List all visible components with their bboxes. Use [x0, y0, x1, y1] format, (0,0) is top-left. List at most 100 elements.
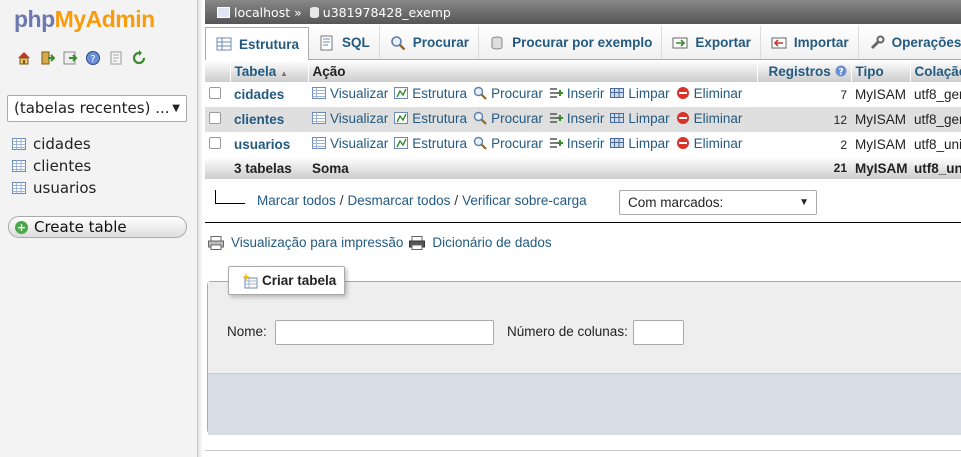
create-table-button[interactable]: + Create table [8, 216, 187, 238]
estrutura-link[interactable]: Estrutura [394, 111, 467, 126]
row-collation: utf8_unicode_ci [910, 132, 961, 157]
structure-icon [216, 37, 232, 51]
insert-icon [549, 113, 563, 124]
tab-sql[interactable]: SQL [309, 26, 380, 59]
import-icon [771, 37, 787, 48]
print-links: Visualização para impressão Dicionário d… [208, 235, 552, 250]
eliminar-link[interactable]: Eliminar [676, 111, 742, 126]
limpar-link[interactable]: Limpar [610, 111, 670, 126]
eliminar-link[interactable]: Eliminar [676, 136, 742, 151]
visualizar-link[interactable]: Visualizar [312, 136, 388, 151]
row-engine: MyISAM [851, 132, 910, 157]
tab-estrutura[interactable]: Estrutura [205, 27, 310, 61]
drop-icon [676, 112, 689, 125]
mark-all-link[interactable]: Marcar todos [257, 193, 336, 208]
plus-icon: + [15, 220, 28, 234]
header-tabela[interactable]: Tabela ▲ [230, 60, 309, 82]
tab-procurar-por-exemplo[interactable]: Procurar por exemplo [479, 26, 663, 59]
row-engine: MyISAM [851, 107, 910, 132]
tab-operacoes[interactable]: Operações [858, 26, 961, 59]
estrutura-link[interactable]: Estrutura [394, 86, 467, 101]
inserir-link[interactable]: Inserir [549, 136, 604, 151]
eliminar-link[interactable]: Eliminar [676, 86, 742, 101]
drop-icon [676, 87, 689, 100]
tree-item-cidades[interactable]: cidades [12, 133, 96, 155]
tab-importar[interactable]: Importar [760, 26, 859, 59]
row-count: 2 [757, 132, 851, 157]
print-view-link[interactable]: Visualização para impressão [231, 235, 403, 250]
unmark-all-link[interactable]: Desmarcar todos [348, 193, 451, 208]
export-icon [672, 37, 688, 48]
divider [205, 450, 961, 451]
help-icon[interactable] [108, 50, 124, 66]
row-checkbox[interactable] [209, 137, 221, 149]
table-row: clientes Visualizar Estrutura Procurar Inser… [205, 107, 961, 132]
row-collation: utf8_general_ci [910, 107, 961, 132]
estrutura-link[interactable]: Estrutura [394, 136, 467, 151]
table-header-row: Tabela ▲ Ação Registros ? Tipo Colação [205, 60, 961, 82]
visualizar-link[interactable]: Visualizar [312, 86, 388, 101]
with-selected-select[interactable]: Com marcados: ▼ [619, 190, 817, 215]
tree-item-clientes[interactable]: clientes [12, 155, 96, 177]
row-checkbox[interactable] [209, 112, 221, 124]
search-icon [473, 137, 487, 151]
procurar-link[interactable]: Procurar [473, 111, 543, 126]
sql-icon [320, 35, 333, 50]
table-name-link[interactable]: clientes [230, 107, 308, 132]
panel-shadow [198, 0, 203, 457]
procurar-link[interactable]: Procurar [473, 86, 543, 101]
data-dictionary-link[interactable]: Dicionário de dados [432, 235, 551, 250]
server-icon [217, 6, 230, 18]
procurar-link[interactable]: Procurar [473, 136, 543, 151]
breadcrumb: localhost » u381978428_exemp [205, 0, 961, 24]
table-row: cidades Visualizar Estrutura Procurar Inseri… [205, 82, 961, 107]
header-tipo[interactable]: Tipo [851, 60, 911, 82]
inserir-link[interactable]: Inserir [549, 86, 604, 101]
table-name-link[interactable]: usuarios [230, 132, 308, 157]
home-icon[interactable] [16, 50, 32, 66]
visualizar-link[interactable]: Visualizar [312, 111, 388, 126]
reload-icon[interactable] [131, 50, 147, 66]
row-checkbox[interactable] [209, 87, 221, 99]
check-overhead-link[interactable]: Verificar sobre-carga [462, 193, 587, 208]
create-table-fieldset [207, 281, 961, 435]
database-icon [309, 6, 319, 18]
header-registros[interactable]: Registros ? [757, 60, 852, 82]
browse-icon [312, 112, 326, 125]
table-name-label: Nome: [227, 324, 267, 339]
new-table-icon [242, 272, 258, 288]
sort-asc-icon: ▲ [280, 68, 288, 78]
breadcrumb-database[interactable]: u381978428_exemp [323, 5, 451, 20]
recent-tables-select[interactable]: (tabelas recentes) ... ▼ [7, 95, 187, 122]
help-icon[interactable]: ? [835, 65, 847, 77]
sql-window-icon[interactable] [62, 50, 78, 66]
columns-count-label: Número de colunas: [507, 324, 628, 339]
table-icon [12, 138, 26, 150]
create-table-legend: Criar tabela [228, 266, 345, 295]
exit-icon[interactable] [39, 50, 55, 66]
empty-icon [610, 113, 625, 124]
docs-icon[interactable]: ? [85, 50, 101, 66]
browse-icon [312, 87, 326, 100]
chevron-down-icon: ▼ [172, 103, 180, 114]
footer-colacao: utf8_unicode_ci [910, 157, 961, 179]
header-colacao[interactable]: Colação [910, 60, 961, 82]
tab-exportar[interactable]: Exportar [662, 26, 761, 59]
breadcrumb-server[interactable]: localhost [234, 5, 290, 20]
nav-icon-bar: ? [16, 50, 147, 66]
footer-count: 3 tabelas [230, 157, 308, 179]
inserir-link[interactable]: Inserir [549, 111, 604, 126]
drop-icon [676, 137, 689, 150]
table-name-input[interactable] [275, 320, 494, 345]
tab-procurar[interactable]: Procurar [379, 26, 480, 59]
structure-icon [394, 137, 409, 150]
table-name-link[interactable]: cidades [230, 82, 308, 107]
divider [205, 222, 961, 223]
phpmyadmin-logo[interactable]: phpMyAdmin [14, 4, 155, 34]
limpar-link[interactable]: Limpar [610, 86, 670, 101]
limpar-link[interactable]: Limpar [610, 136, 670, 151]
search-icon [473, 87, 487, 101]
header-acao: Ação [308, 60, 758, 82]
tree-item-usuarios[interactable]: usuarios [12, 177, 96, 199]
columns-count-input[interactable] [633, 320, 684, 345]
